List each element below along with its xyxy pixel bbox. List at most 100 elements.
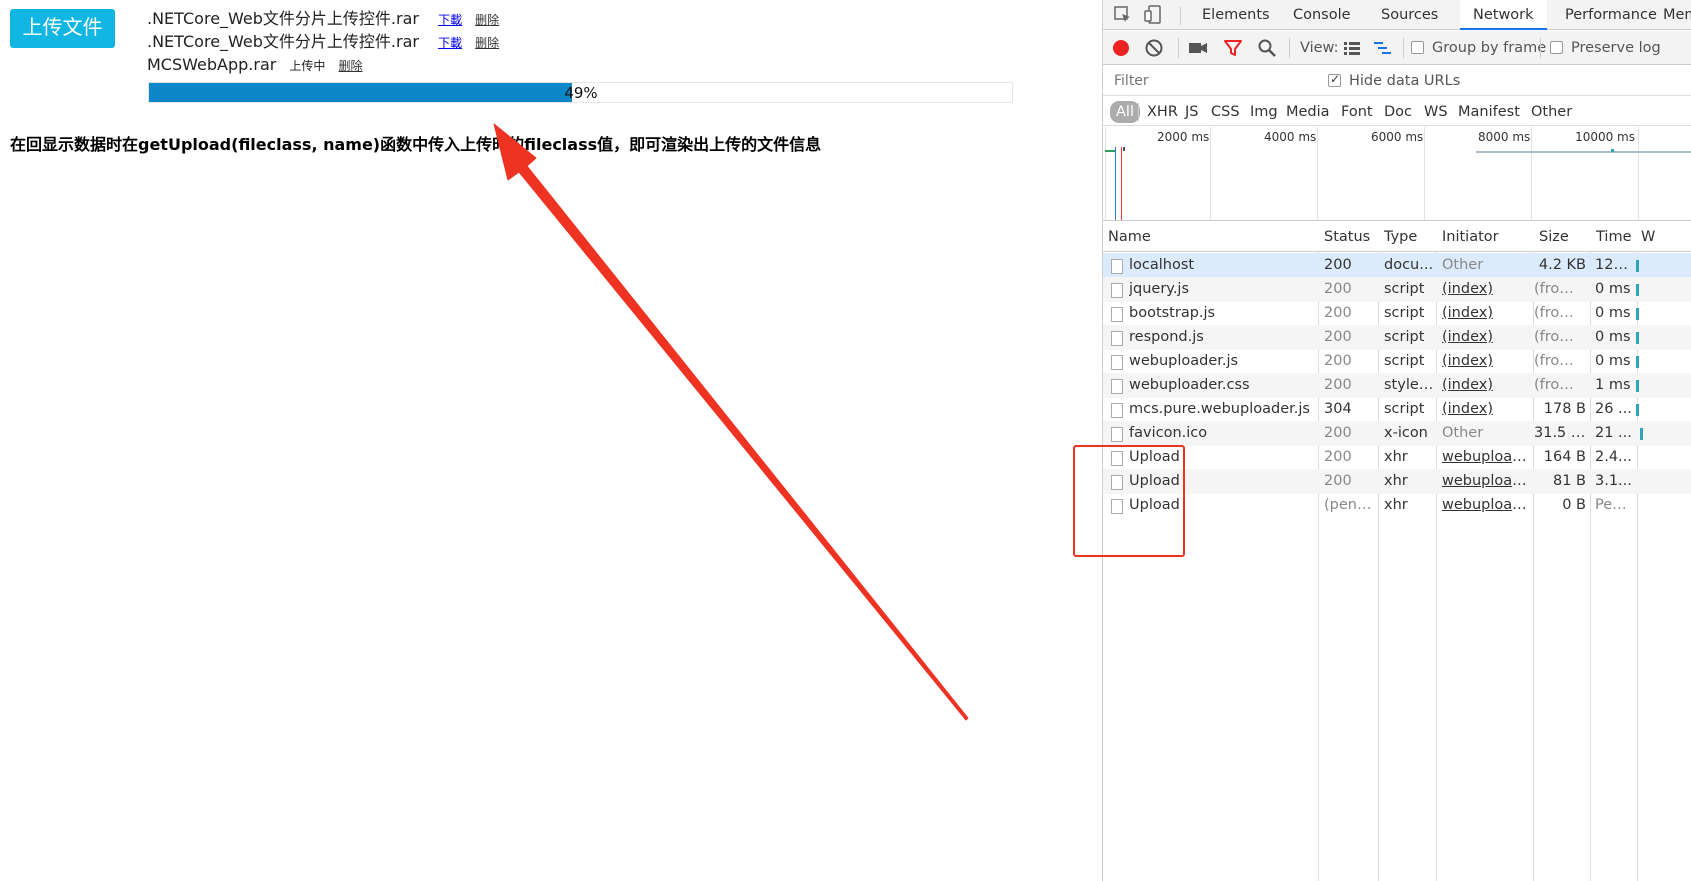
table-row[interactable]: Upload 200 xhr webuploade... 81 B 3.1... bbox=[1103, 469, 1691, 494]
tab-sources[interactable]: Sources bbox=[1381, 0, 1438, 30]
cell-type: styles... bbox=[1384, 377, 1434, 393]
cell-type: script bbox=[1384, 305, 1425, 321]
cell-type: x-icon bbox=[1384, 425, 1428, 441]
type-css[interactable]: CSS bbox=[1211, 101, 1240, 123]
col-name[interactable]: Name bbox=[1108, 222, 1151, 252]
cell-time: 2.4... bbox=[1595, 449, 1632, 465]
type-manifest[interactable]: Manifest bbox=[1458, 101, 1520, 123]
cell-initiator[interactable]: (index) bbox=[1442, 397, 1530, 422]
view-label: View: bbox=[1300, 40, 1339, 56]
col-time[interactable]: Time bbox=[1596, 222, 1632, 252]
cell-size: (from... bbox=[1534, 305, 1586, 321]
file-icon bbox=[1111, 379, 1123, 394]
cell-type: script bbox=[1384, 353, 1425, 369]
type-doc[interactable]: Doc bbox=[1384, 101, 1412, 123]
group-by-frame-checkbox[interactable] bbox=[1411, 41, 1424, 54]
table-row[interactable]: mcs.pure.webuploader.js 304 script (index) 1… bbox=[1103, 397, 1691, 422]
tab-elements[interactable]: Elements bbox=[1202, 0, 1270, 30]
type-ws[interactable]: WS bbox=[1424, 101, 1448, 123]
tab-memory[interactable]: Mem bbox=[1663, 0, 1691, 30]
table-row[interactable]: jquery.js 200 script (index) (from... 0 ms bbox=[1103, 277, 1691, 302]
waterfall-bar bbox=[1636, 332, 1639, 344]
waterfall-overview-icon[interactable] bbox=[1373, 38, 1393, 58]
type-media[interactable]: Media bbox=[1286, 101, 1330, 123]
cell-status: 200 bbox=[1324, 305, 1352, 321]
preserve-log-checkbox[interactable] bbox=[1550, 41, 1563, 54]
type-js[interactable]: JS bbox=[1185, 101, 1198, 123]
group-by-frame-label: Group by frame bbox=[1432, 40, 1547, 56]
large-request-rows-icon[interactable] bbox=[1342, 38, 1362, 58]
col-size[interactable]: Size bbox=[1539, 222, 1569, 252]
overview-bar bbox=[1611, 149, 1614, 152]
cell-type: script bbox=[1384, 281, 1425, 297]
type-xhr[interactable]: XHR bbox=[1147, 101, 1178, 123]
cell-status: 200 bbox=[1324, 257, 1352, 273]
cell-time: 0 ms bbox=[1595, 305, 1631, 321]
cell-name: localhost bbox=[1129, 257, 1195, 273]
tab-console[interactable]: Console bbox=[1293, 0, 1351, 30]
table-row[interactable]: webuploader.js 200 script (index) (from... 0 … bbox=[1103, 349, 1691, 374]
type-font[interactable]: Font bbox=[1341, 101, 1373, 123]
file-icon bbox=[1111, 259, 1123, 274]
file-icon bbox=[1111, 403, 1123, 418]
table-row[interactable]: localhost 200 docu... Other 4.2 KB 121... bbox=[1103, 253, 1691, 278]
upload-file-button[interactable]: 上传文件 bbox=[10, 9, 115, 48]
type-all[interactable]: All bbox=[1110, 101, 1140, 123]
filter-icon[interactable] bbox=[1223, 38, 1243, 58]
file-icon bbox=[1111, 451, 1123, 466]
cell-initiator[interactable]: (index) bbox=[1442, 277, 1530, 302]
table-row[interactable]: bootstrap.js 200 script (index) (from... 0 ms bbox=[1103, 301, 1691, 326]
preserve-log-label: Preserve log bbox=[1571, 40, 1661, 56]
clear-icon[interactable] bbox=[1144, 38, 1164, 58]
delete-link[interactable]: 删除 bbox=[475, 13, 499, 27]
col-type[interactable]: Type bbox=[1384, 222, 1417, 252]
download-link[interactable]: 下載 bbox=[438, 13, 462, 27]
table-row[interactable]: webuploader.css 200 styles... (index)(from.… bbox=[1103, 373, 1691, 398]
col-waterfall[interactable]: W bbox=[1641, 222, 1655, 252]
cell-status: 200 bbox=[1324, 377, 1352, 393]
cell-initiator[interactable]: (index) bbox=[1442, 325, 1530, 350]
waterfall-bar bbox=[1640, 428, 1643, 440]
cell-initiator[interactable]: (index) bbox=[1442, 349, 1530, 374]
cell-name: favicon.ico bbox=[1129, 425, 1208, 441]
table-row[interactable]: Upload (pend... xhr webuploade... 0 B Pen... bbox=[1103, 493, 1691, 518]
device-toolbar-icon[interactable] bbox=[1143, 5, 1163, 25]
cell-time: 1 ms bbox=[1595, 377, 1631, 393]
cell-initiator[interactable]: webuploade... bbox=[1442, 493, 1530, 518]
table-row[interactable]: favicon.ico 200 x-icon Other 31.5 KB 21 ... bbox=[1103, 421, 1691, 446]
download-link[interactable]: 下載 bbox=[438, 36, 462, 50]
hide-data-urls-label: Hide data URLs bbox=[1349, 73, 1461, 89]
table-row[interactable]: respond.js 200 script (index) (from... 0 ms bbox=[1103, 325, 1691, 350]
divider bbox=[1403, 38, 1404, 58]
col-initiator[interactable]: Initiator bbox=[1442, 222, 1499, 252]
record-icon[interactable] bbox=[1111, 38, 1131, 58]
cell-time: 21 ... bbox=[1595, 425, 1632, 441]
delete-link[interactable]: 删除 bbox=[475, 36, 499, 50]
waterfall-bar bbox=[1636, 404, 1639, 416]
hide-data-urls-checkbox[interactable] bbox=[1328, 72, 1341, 87]
waterfall-bar bbox=[1636, 308, 1639, 320]
inspect-element-icon[interactable] bbox=[1113, 5, 1133, 25]
cell-initiator[interactable]: (index) bbox=[1442, 373, 1530, 398]
cell-initiator[interactable]: (index) bbox=[1442, 301, 1530, 326]
cell-name: Upload bbox=[1129, 449, 1180, 465]
col-status[interactable]: Status bbox=[1324, 222, 1370, 252]
cell-size: 0 B bbox=[1562, 497, 1586, 513]
cell-time: 0 ms bbox=[1595, 281, 1631, 297]
tab-network[interactable]: Network bbox=[1460, 0, 1547, 30]
screenshot-camera-icon[interactable] bbox=[1188, 38, 1208, 58]
type-other[interactable]: Other bbox=[1531, 101, 1572, 123]
cell-initiator[interactable]: webuploade... bbox=[1442, 445, 1530, 470]
overview-tick: 6000 ms bbox=[1371, 130, 1424, 144]
tab-performance[interactable]: Performance bbox=[1565, 0, 1657, 30]
cell-status: 200 bbox=[1324, 353, 1352, 369]
type-img[interactable]: Img bbox=[1250, 101, 1278, 123]
table-row[interactable]: Upload 200 xhr webuploade... 164 B 2.4... bbox=[1103, 445, 1691, 470]
cell-initiator[interactable]: webuploade... bbox=[1442, 469, 1530, 494]
divider bbox=[1289, 38, 1290, 58]
cell-time: Pen... bbox=[1595, 497, 1635, 513]
search-icon[interactable] bbox=[1257, 38, 1277, 58]
filter-input[interactable] bbox=[1108, 70, 1316, 92]
grid-line bbox=[1317, 127, 1318, 220]
delete-link[interactable]: 删除 bbox=[339, 59, 363, 73]
